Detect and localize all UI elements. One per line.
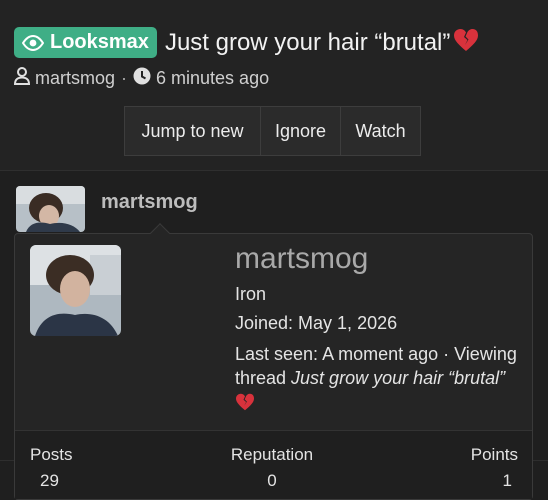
thread-author[interactable]: martsmog: [35, 68, 115, 89]
thread-header: Looksmax Just grow your hair “brutal” ma…: [0, 0, 548, 170]
clock-icon: [133, 67, 151, 90]
member-rank: Iron: [235, 284, 267, 304]
stat-points[interactable]: Points 1: [471, 445, 518, 491]
post-avatar[interactable]: [16, 186, 85, 232]
thread-time[interactable]: 6 minutes ago: [156, 68, 269, 89]
jump-to-new-button[interactable]: Jump to new: [125, 107, 261, 155]
viewing-thread-link[interactable]: Just grow your hair “brutal”: [291, 368, 505, 388]
eye-icon: [22, 34, 44, 51]
stat-reputation: Reputation 0: [230, 445, 314, 491]
member-joined: Joined: May 1, 2026: [235, 313, 398, 333]
meta-separator: ·: [121, 68, 128, 88]
member-username[interactable]: martsmog: [235, 242, 368, 276]
member-tooltip: martsmog Iron Joined: May 1, 2026 Last s…: [14, 223, 533, 500]
ignore-button[interactable]: Ignore: [261, 107, 341, 155]
member-last-seen: Last seen: A moment ago · Viewing thread…: [235, 342, 525, 414]
member-avatar[interactable]: [30, 245, 121, 336]
thread-actions: Jump to new Ignore Watch: [124, 106, 421, 156]
broken-heart-icon: [235, 392, 255, 412]
stat-value: 1: [502, 471, 512, 490]
stat-value: 29: [40, 471, 59, 490]
stat-label: Points: [470, 445, 518, 464]
stat-posts[interactable]: Posts 29: [30, 445, 73, 491]
thread-meta: martsmog · 6 minutes ago: [13, 67, 269, 90]
thread-title: Just grow your hair “brutal”: [164, 28, 451, 56]
prefix-label: Looksmax: [50, 31, 149, 53]
stat-value: 0: [267, 471, 277, 490]
member-stats: Posts 29 Reputation 0 Points 1: [15, 430, 532, 499]
stat-label: Reputation: [230, 445, 314, 464]
thread-title-row: Looksmax Just grow your hair “brutal”: [14, 27, 479, 58]
user-icon: [13, 67, 31, 90]
stat-label: Posts: [30, 445, 73, 464]
watch-button[interactable]: Watch: [341, 107, 420, 155]
post-username[interactable]: martsmog: [101, 191, 198, 214]
prefix-badge[interactable]: Looksmax: [14, 27, 157, 58]
broken-heart-icon: [453, 28, 479, 57]
